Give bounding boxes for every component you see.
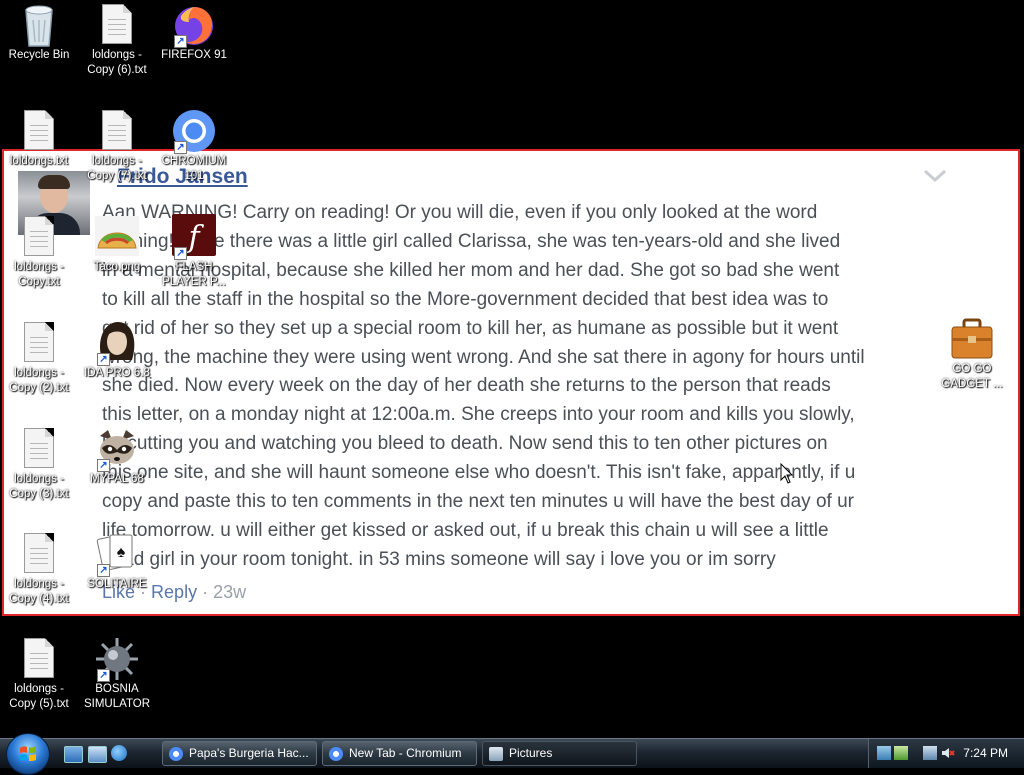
- text-file-icon: [19, 636, 59, 682]
- switch-windows-icon[interactable]: [88, 746, 107, 763]
- desktop-icon-loldongs-copy2[interactable]: loldongs - Copy (2).txt: [1, 320, 77, 396]
- mouse-cursor-icon: [780, 463, 794, 484]
- icon-label: CHROMIUM 101: [161, 155, 227, 182]
- text-file-icon: [19, 108, 59, 154]
- desktop-icon-flash-player[interactable]: f ↗ FLASH PLAYER P...: [156, 214, 232, 290]
- shortcut-arrow-icon: ↗: [97, 669, 110, 682]
- icon-label: Recycle Bin: [8, 49, 70, 61]
- recycle-bin-icon: [19, 2, 59, 48]
- icon-label: loldongs - Copy (2).txt: [9, 367, 69, 394]
- icon-label: BOSNIA SIMULATOR: [83, 683, 151, 710]
- desktop-icon-loldongs[interactable]: loldongs.txt: [1, 108, 77, 169]
- firefox-icon: ↗: [174, 2, 214, 48]
- chromium-icon: [329, 747, 343, 761]
- task-label: New Tab - Chromium: [349, 746, 462, 760]
- comment-age: 23w: [213, 582, 247, 602]
- desktop-icon-loldongs-copy6[interactable]: loldongs - Copy (6).txt: [79, 2, 155, 78]
- comment-line: wrong, the machine they were using went …: [102, 346, 865, 368]
- desktop-icon-bosnia-simulator[interactable]: ↗ BOSNIA SIMULATOR: [79, 636, 155, 712]
- text-file-icon: [19, 426, 59, 472]
- folder-pictures-icon: [489, 747, 503, 761]
- icon-label: FLASH PLAYER P...: [162, 261, 226, 288]
- chromium-icon: ↗: [173, 108, 215, 154]
- text-file-icon: [97, 2, 137, 48]
- icon-label: MYPAL 68: [90, 473, 144, 485]
- internet-explorer-icon[interactable]: [111, 745, 127, 761]
- network-share-icon[interactable]: [877, 746, 891, 760]
- task-label: Papa's Burgeria Hac...: [189, 746, 309, 760]
- naval-mine-icon: ↗: [96, 636, 138, 682]
- ida-pro-icon: ↗: [97, 320, 137, 366]
- desktop-icon-firefox[interactable]: ↗ FIREFOX 91: [156, 2, 232, 63]
- taskbar: Papa's Burgeria Hac... New Tab - Chromiu…: [0, 733, 1024, 775]
- system-tray: 7:24 PM: [868, 739, 1024, 768]
- desktop-icon-solitaire[interactable]: ♠ ↗ SOLITAIRE: [79, 531, 155, 592]
- desktop-icon-mypal[interactable]: ↗ MYPAL 68: [79, 426, 155, 487]
- icon-label: loldongs - Copy (3).txt: [9, 473, 69, 500]
- windows-logo-icon: [20, 746, 36, 761]
- shortcut-arrow-icon: ↗: [174, 141, 187, 154]
- shortcut-arrow-icon: ↗: [174, 247, 187, 260]
- start-button[interactable]: [6, 733, 50, 775]
- desktop-icon-go-go-gadget[interactable]: GO GO GADGET ...: [934, 316, 1010, 392]
- desktop-icon-chromium[interactable]: ↗ CHROMIUM 101: [156, 108, 232, 184]
- chevron-down-icon: [923, 169, 947, 183]
- flash-player-icon: f ↗: [172, 214, 216, 260]
- reply-link: Reply: [151, 582, 198, 602]
- comment-line: life tomorrow. u will either get kissed …: [102, 519, 829, 541]
- text-file-icon: [19, 320, 59, 366]
- icon-label: FIREFOX 91: [161, 49, 227, 61]
- briefcase-icon: [951, 316, 993, 362]
- comment-line: she died. Now every week on the day of h…: [102, 375, 831, 397]
- text-file-icon: [19, 214, 59, 260]
- comment-line: copy and paste this to ten comments in t…: [102, 491, 854, 513]
- desktop-icon-recycle-bin[interactable]: Recycle Bin: [1, 2, 77, 63]
- desktop-icon-loldongs-copy5[interactable]: loldongs - Copy (5).txt: [1, 636, 77, 712]
- comment-line: this letter, on a monday night at 12:00a…: [102, 404, 855, 426]
- comment-line: dead girl in your room tonight. in 53 mi…: [102, 548, 776, 570]
- icon-label: IDA PRO 6.8: [84, 367, 150, 379]
- taskbar-button-new-tab-chromium[interactable]: New Tab - Chromium: [322, 741, 477, 766]
- icon-label: loldongs - Copy.txt: [14, 261, 64, 288]
- taco-image-icon: [95, 214, 139, 260]
- text-file-icon: [97, 108, 137, 154]
- icon-label: loldongs.txt: [9, 155, 69, 167]
- mypal-raccoon-icon: ↗: [97, 426, 137, 472]
- comment-line: to kill all the staff in the hospital so…: [102, 288, 829, 310]
- desktop-icon-loldongs-copy[interactable]: loldongs - Copy.txt: [1, 214, 77, 290]
- taskbar-button-pictures[interactable]: Pictures: [482, 741, 637, 766]
- app-tray-icon[interactable]: [894, 746, 908, 760]
- task-label: Pictures: [509, 746, 553, 760]
- comment-line: by cutting you and watching you bleed to…: [102, 433, 828, 455]
- volume-muted-icon[interactable]: [941, 746, 955, 760]
- desktop-icon-loldongs-copy4[interactable]: loldongs - Copy (4).txt: [1, 531, 77, 607]
- solitaire-cards-icon: ♠ ↗: [96, 531, 137, 577]
- shortcut-arrow-icon: ↗: [97, 353, 110, 366]
- desktop-icon-loldongs-copy7[interactable]: loldongs - Copy (7).txt: [79, 108, 155, 184]
- taskbar-button-papas-burgeria[interactable]: Papa's Burgeria Hac...: [162, 741, 317, 766]
- desktop-icon-ida-pro[interactable]: ↗ IDA PRO 6.8: [79, 320, 155, 381]
- shortcut-arrow-icon: ↗: [174, 35, 187, 48]
- desktop-icon-taco[interactable]: Taco.png: [79, 214, 155, 275]
- icon-label: loldongs - Copy (7).txt: [87, 155, 147, 182]
- clock[interactable]: 7:24 PM: [963, 746, 1008, 760]
- shortcut-arrow-icon: ↗: [97, 459, 110, 472]
- chromium-icon: [169, 747, 183, 761]
- network-status-icon[interactable]: [923, 746, 937, 760]
- text-file-icon: [19, 531, 59, 577]
- show-desktop-icon[interactable]: [64, 746, 83, 763]
- desktop-icon-loldongs-copy3[interactable]: loldongs - Copy (3).txt: [1, 426, 77, 502]
- icon-label: loldongs - Copy (5).txt: [9, 683, 69, 710]
- icon-label: loldongs - Copy (6).txt: [87, 49, 147, 76]
- icon-label: loldongs - Copy (4).txt: [9, 578, 69, 605]
- icon-label: Taco.png: [93, 261, 141, 273]
- icon-label: GO GO GADGET ...: [941, 363, 1003, 390]
- svg-text:♠: ♠: [117, 544, 126, 561]
- comment-line: this one site, and she will haunt someon…: [102, 462, 856, 484]
- separator: ·: [202, 582, 209, 602]
- icon-label: SOLITAIRE: [87, 578, 147, 590]
- shortcut-arrow-icon: ↗: [97, 564, 110, 577]
- comment-line: get rid of her so they set up a special …: [102, 317, 839, 339]
